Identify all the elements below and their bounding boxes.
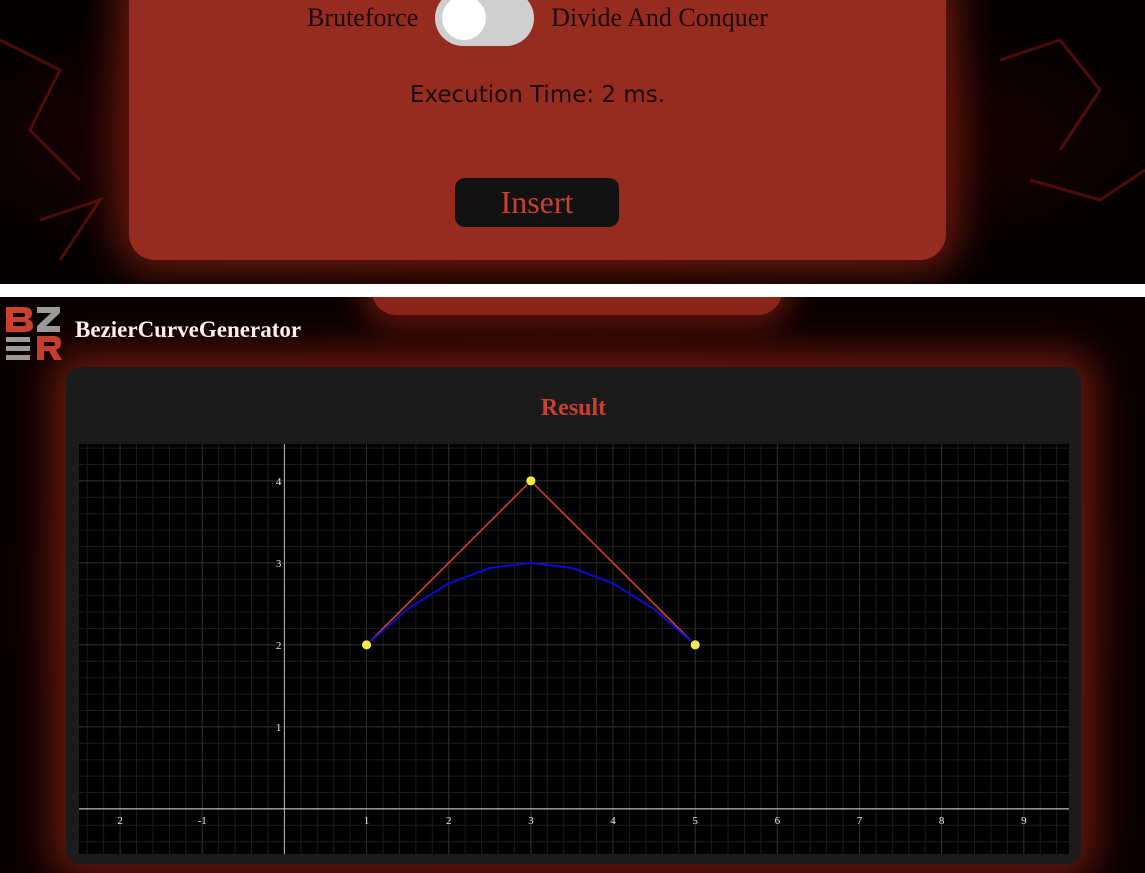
toggle-knob[interactable] bbox=[442, 0, 487, 40]
top-background: Bruteforce Divide And Conquer Execution … bbox=[0, 0, 1145, 284]
result-panel: Result 2 -1 1 2 3 4 5 6 7 8 9 1 2 3 4 bbox=[66, 367, 1081, 864]
x-tick-label: 2 bbox=[117, 815, 123, 827]
y-tick-label: 2 bbox=[276, 640, 282, 652]
bruteforce-label: Bruteforce bbox=[307, 3, 419, 32]
bottom-background: BezierCurveGenerator Result 2 -1 1 2 3 4 5 6 7 8 9… bbox=[0, 297, 1145, 873]
y-tick-label: 1 bbox=[276, 722, 282, 734]
previous-card-edge bbox=[372, 297, 782, 315]
chart-canvas[interactable]: 2 -1 1 2 3 4 5 6 7 8 9 1 2 3 4 bbox=[79, 444, 1069, 854]
x-tick-label: 3 bbox=[528, 815, 534, 827]
y-tick-label: 4 bbox=[276, 476, 282, 488]
bzr-logo bbox=[6, 307, 62, 360]
app-title: BezierCurveGenerator bbox=[75, 317, 302, 342]
divide-and-conquer-label: Divide And Conquer bbox=[551, 3, 768, 32]
y-tick-label: 3 bbox=[276, 558, 282, 570]
bezier-chart[interactable]: 2 -1 1 2 3 4 5 6 7 8 9 1 2 3 4 bbox=[79, 444, 1069, 854]
result-heading: Result bbox=[540, 395, 607, 421]
x-tick-label: -1 bbox=[198, 815, 207, 827]
x-tick-label: 2 bbox=[446, 815, 452, 827]
x-tick-label: 8 bbox=[939, 815, 945, 827]
x-tick-label: 5 bbox=[692, 815, 698, 827]
x-tick-label: 4 bbox=[610, 815, 616, 827]
control-point-marker bbox=[525, 475, 537, 487]
algorithm-toggle-row: Bruteforce Divide And Conquer bbox=[129, 0, 946, 48]
insert-button[interactable]: Insert bbox=[455, 178, 619, 227]
execution-time-text: Execution Time: 2 ms. bbox=[409, 82, 666, 108]
x-tick-label: 1 bbox=[364, 815, 370, 827]
screen-divider bbox=[0, 284, 1145, 297]
control-point-marker bbox=[689, 639, 701, 651]
control-point-marker bbox=[361, 639, 372, 651]
x-tick-label: 9 bbox=[1021, 815, 1027, 827]
x-tick-label: 6 bbox=[775, 815, 781, 827]
algorithm-toggle-switch[interactable] bbox=[435, 0, 535, 46]
x-tick-label: 7 bbox=[857, 815, 863, 827]
